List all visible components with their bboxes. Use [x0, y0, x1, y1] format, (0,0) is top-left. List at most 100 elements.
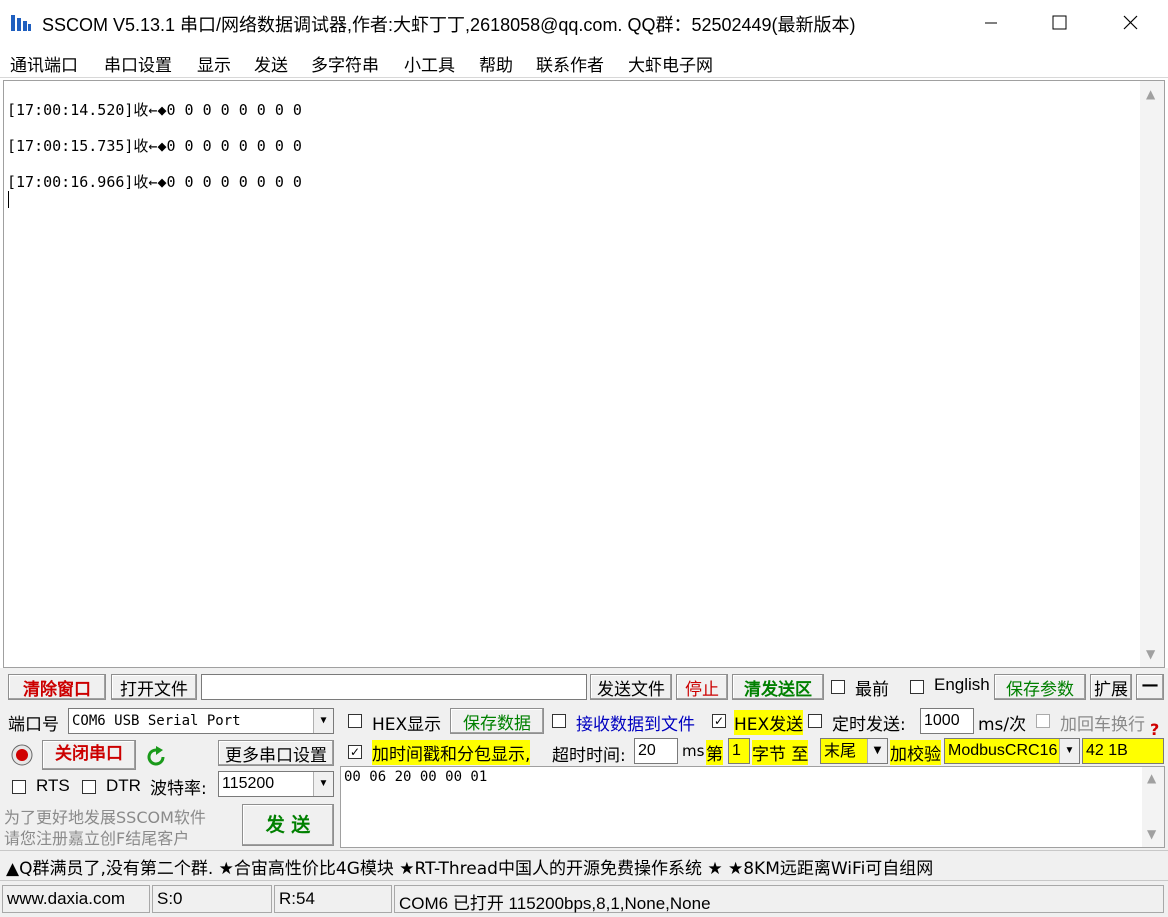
menu-comm-port[interactable]: 通讯端口 [10, 51, 78, 76]
baud-select[interactable]: 115200 ▼ [218, 771, 334, 797]
timed-send-label: 定时发送: [832, 715, 906, 735]
receive-line: [17:00:15.735]收←◆0 0 0 0 0 0 0 0 [7, 137, 302, 155]
topmost-label: 最前 [855, 680, 889, 700]
byte-to-select[interactable]: 末尾 ▼ [820, 738, 888, 764]
timestamp-label: 加时间戳和分包显示, [372, 740, 531, 765]
rts-checkbox[interactable] [12, 780, 26, 794]
ad-text[interactable]: ▲Q群满员了,没有第二个群. ★合宙高性价比4G模块 ★RT-Thread中国人… [6, 854, 933, 879]
byte-to-value: 末尾 [824, 741, 857, 760]
baud-label: 波特率: [150, 779, 207, 799]
close-button[interactable] [1096, 0, 1166, 46]
stop-button[interactable]: 停止 [676, 674, 728, 700]
menu-contact-author[interactable]: 联系作者 [536, 51, 604, 76]
port-label: 端口号 [8, 715, 59, 735]
promo-line-2: 请您注册嘉立创F结尾客户 [4, 829, 190, 848]
ad-ticker: ▲Q群满员了,没有第二个群. ★合宙高性价比4G模块 ★RT-Thread中国人… [0, 850, 1168, 879]
english-checkbox[interactable] [910, 680, 924, 694]
menu-multi-string[interactable]: 多字符串 [311, 51, 379, 76]
send-text[interactable]: 00 06 20 00 00 01 [344, 769, 487, 785]
menu-serial-settings[interactable]: 串口设置 [104, 51, 172, 76]
save-data-button[interactable]: 保存数据 [450, 708, 544, 734]
minimize-icon [985, 22, 997, 24]
open-file-button[interactable]: 打开文件 [111, 674, 197, 700]
receive-scrollbar[interactable]: ▲ ▼ [1140, 81, 1164, 667]
interval-input[interactable]: 1000 [920, 708, 974, 734]
menu-display[interactable]: 显示 [197, 51, 231, 76]
window-title: SSCOM V5.13.1 串口/网络数据调试器,作者:大虾丁丁,2618058… [42, 15, 856, 35]
receive-line: [17:00:16.966]收←◆0 0 0 0 0 0 0 0 [7, 173, 302, 191]
receive-area[interactable]: [17:00:14.520]收←◆0 0 0 0 0 0 0 0 [17:00:… [3, 80, 1165, 668]
more-port-settings-button[interactable]: 更多串口设置 [218, 740, 334, 766]
byte-mid-label: 字节 至 [752, 740, 809, 765]
scroll-down-icon[interactable]: ▼ [1147, 827, 1156, 841]
topmost-checkbox[interactable] [831, 680, 845, 694]
scroll-down-icon[interactable]: ▼ [1146, 647, 1155, 661]
collapse-button[interactable]: — [1136, 674, 1164, 700]
checksum-label: 加校验 [890, 740, 941, 765]
add-crlf-checkbox[interactable] [1036, 714, 1050, 728]
receive-line: [17:00:14.520]收←◆0 0 0 0 0 0 0 0 [7, 101, 302, 119]
dtr-label: DTR [106, 776, 141, 795]
menu-help[interactable]: 帮助 [479, 51, 513, 76]
rts-label: RTS [36, 776, 70, 795]
byte-from-input[interactable]: 1 [728, 738, 750, 764]
checksum-value: 42 1B [1082, 738, 1164, 764]
refresh-icon[interactable] [144, 745, 168, 769]
maximize-button[interactable] [1025, 0, 1095, 46]
maximize-icon [1052, 15, 1067, 30]
port-status-icon [11, 744, 33, 766]
chevron-down-icon[interactable]: ▼ [313, 709, 333, 733]
close-icon [1123, 15, 1138, 30]
status-received-count: R:54 [274, 885, 392, 913]
control-panel: 清除窗口 打开文件 发送文件 停止 清发送区 最前 English 保存参数 扩… [0, 668, 1168, 880]
menu-send[interactable]: 发送 [254, 51, 288, 76]
timed-send-checkbox[interactable] [808, 714, 822, 728]
send-file-button[interactable]: 发送文件 [590, 674, 672, 700]
dtr-checkbox[interactable] [82, 780, 96, 794]
port-select[interactable]: COM6 USB Serial Port ▼ [68, 708, 334, 734]
clear-send-button[interactable]: 清发送区 [732, 674, 824, 700]
send-area[interactable]: 00 06 20 00 00 01 ▲ ▼ [340, 766, 1165, 848]
expand-button[interactable]: 扩展 [1090, 674, 1132, 700]
status-sent-count: S:0 [152, 885, 272, 913]
add-crlf-label: 加回车换行 [1060, 715, 1145, 735]
recv-to-file-label: 接收数据到文件 [576, 715, 695, 735]
close-port-button[interactable]: 关闭串口 [42, 740, 136, 770]
timeout-input[interactable]: 20 [634, 738, 678, 764]
hex-send-label: HEX发送 [734, 710, 804, 735]
menu-bar: 通讯端口 串口设置 显示 发送 多字符串 小工具 帮助 联系作者 大虾电子网 [0, 46, 1168, 78]
hex-send-checkbox[interactable]: ✓ [712, 714, 726, 728]
interval-unit: ms/次 [978, 715, 1027, 735]
minimize-button[interactable] [956, 0, 1026, 46]
chevron-down-icon[interactable]: ▼ [313, 772, 333, 796]
help-icon[interactable]: ? [1150, 720, 1159, 739]
scroll-up-icon[interactable]: ▲ [1147, 771, 1156, 785]
send-scrollbar[interactable]: ▲ ▼ [1142, 767, 1164, 847]
chevron-down-icon[interactable]: ▼ [1059, 739, 1079, 763]
app-icon [11, 15, 31, 31]
recv-to-file-checkbox[interactable] [552, 714, 566, 728]
menu-daxia-site[interactable]: 大虾电子网 [628, 51, 713, 76]
status-port-state: COM6 已打开 115200bps,8,1,None,None [394, 885, 1164, 913]
send-button[interactable]: 发 送 [242, 804, 334, 846]
byte-from-label: 第 [706, 740, 723, 765]
timeout-unit: ms [682, 742, 705, 760]
save-params-button[interactable]: 保存参数 [994, 674, 1086, 700]
scroll-up-icon[interactable]: ▲ [1146, 87, 1155, 101]
status-site[interactable]: www.daxia.com [2, 885, 150, 913]
menu-tools[interactable]: 小工具 [404, 51, 455, 76]
hex-display-checkbox[interactable] [348, 714, 362, 728]
title-bar: SSCOM V5.13.1 串口/网络数据调试器,作者:大虾丁丁,2618058… [0, 0, 1168, 46]
timeout-label: 超时时间: [552, 746, 626, 766]
port-select-value: COM6 USB Serial Port [72, 713, 241, 729]
checksum-type-value: ModbusCRC16 [948, 742, 1058, 759]
timestamp-checkbox[interactable]: ✓ [348, 745, 362, 759]
text-caret [8, 191, 9, 208]
clear-window-button[interactable]: 清除窗口 [8, 674, 106, 700]
baud-select-value: 115200 [222, 775, 275, 792]
checksum-type-select[interactable]: ModbusCRC16 ▼ [944, 738, 1080, 764]
hex-display-label: HEX显示 [372, 715, 442, 735]
status-bar: www.daxia.com S:0 R:54 COM6 已打开 115200bp… [0, 880, 1168, 917]
file-path-input[interactable] [201, 674, 587, 700]
chevron-down-icon[interactable]: ▼ [867, 739, 887, 763]
